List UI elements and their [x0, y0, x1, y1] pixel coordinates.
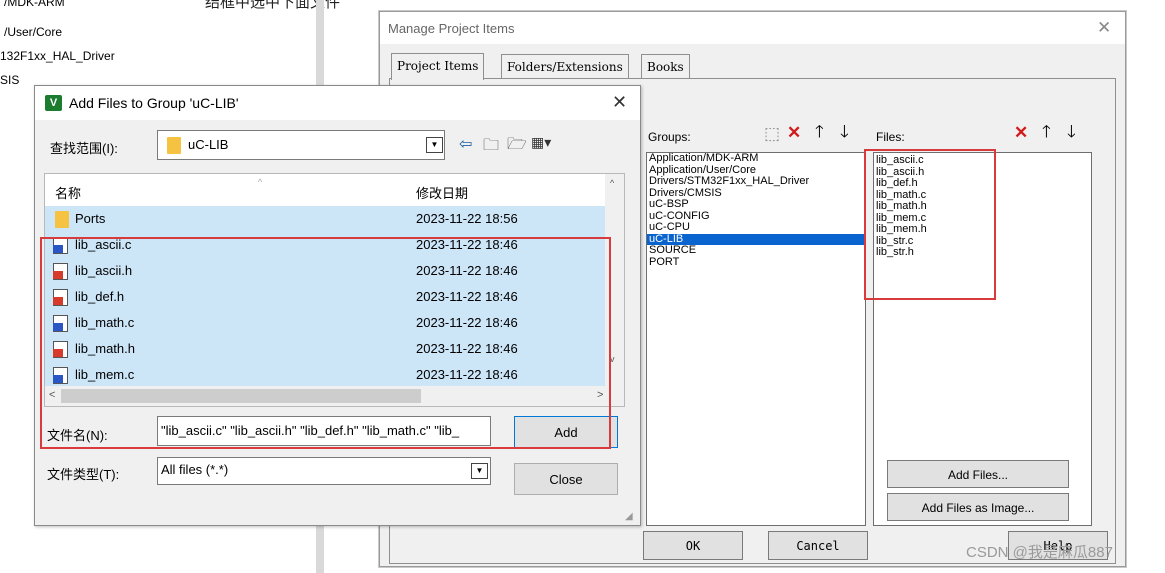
- tab-folders-extensions[interactable]: Folders/Extensions: [501, 54, 629, 79]
- chevron-down-icon[interactable]: ▼: [426, 137, 443, 153]
- back-icon[interactable]: ⇦: [459, 134, 472, 154]
- manage-titlebar: Manage Project Items ✕: [380, 12, 1125, 44]
- chevron-down-icon[interactable]: ▼: [471, 463, 488, 479]
- list-item[interactable]: PORT: [647, 256, 865, 269]
- cancel-button[interactable]: Cancel: [768, 531, 868, 560]
- delete-icon[interactable]: ✕: [787, 124, 801, 141]
- list-item[interactable]: uC-BSP: [647, 198, 865, 211]
- look-in-value: uC-LIB: [188, 137, 229, 152]
- up-folder-icon[interactable]: 🗀: [483, 134, 499, 161]
- list-item[interactable]: uC-CPU: [647, 221, 865, 234]
- folder-icon: [167, 137, 181, 154]
- groups-label: Groups:: [648, 130, 691, 144]
- keil-app-icon: V: [45, 95, 62, 111]
- files-label: Files:: [876, 130, 905, 144]
- list-item[interactable]: Application/MDK-ARM: [647, 152, 865, 165]
- bg-tree-line: SIS: [0, 73, 20, 87]
- screenshot-stage: { "background": { "top_caption": "结框中选中下…: [0, 0, 1165, 573]
- move-up-icon[interactable]: 🡑: [815, 123, 824, 140]
- add-files-title: Add Files to Group 'uC-LIB': [69, 95, 239, 111]
- column-date-header[interactable]: 修改日期: [416, 183, 468, 202]
- list-item[interactable]: SOURCE: [647, 244, 865, 257]
- add-files-button[interactable]: Add Files...: [887, 460, 1069, 488]
- sort-indicator-icon: ^: [258, 177, 263, 187]
- add-files-titlebar: V Add Files to Group 'uC-LIB' ✕: [35, 86, 640, 120]
- file-name: Ports: [75, 211, 106, 226]
- resize-grip-icon[interactable]: ◢: [625, 511, 633, 522]
- filetype-select[interactable]: All files (*.*) ▼: [157, 457, 491, 485]
- bg-tree-line: 132F1xx_HAL_Driver: [0, 49, 115, 63]
- bg-tree-line: /User/Core: [4, 25, 63, 39]
- move-down-icon[interactable]: 🡓: [840, 123, 849, 140]
- close-button[interactable]: Close: [514, 463, 618, 495]
- close-icon[interactable]: ✕: [612, 92, 627, 113]
- add-files-dialog: V Add Files to Group 'uC-LIB' ✕ 查找范围(I):…: [34, 85, 641, 526]
- selection-highlight-box: [40, 237, 611, 449]
- watermark: CSDN @我是麻瓜887: [966, 544, 1113, 561]
- view-menu-icon[interactable]: ▦▾: [531, 134, 551, 151]
- tab-project-items[interactable]: Project Items: [391, 53, 485, 80]
- add-files-as-image-button[interactable]: Add Files as Image...: [887, 493, 1069, 521]
- bg-tree-line: /MDK-ARM: [4, 0, 65, 9]
- groups-list[interactable]: Application/MDK-ARM Application/User/Cor…: [646, 152, 866, 526]
- table-row[interactable]: Ports 2023-11-22 18:56: [45, 206, 605, 232]
- move-down-icon[interactable]: 🡓: [1067, 123, 1076, 140]
- move-up-icon[interactable]: 🡑: [1042, 123, 1051, 140]
- close-icon[interactable]: ✕: [1097, 18, 1111, 38]
- folder-icon: [55, 211, 69, 228]
- tab-books[interactable]: Books: [641, 54, 690, 79]
- new-folder-icon[interactable]: 🗁: [507, 133, 527, 160]
- delete-icon[interactable]: ✕: [1014, 124, 1028, 141]
- look-in-combobox[interactable]: uC-LIB ▼: [157, 130, 445, 160]
- scroll-up-icon[interactable]: ^: [610, 178, 614, 188]
- manage-dialog-title: Manage Project Items: [388, 21, 515, 36]
- file-date: 2023-11-22 18:56: [416, 211, 518, 226]
- look-in-label: 查找范围(I):: [50, 141, 118, 156]
- column-name-header[interactable]: 名称: [55, 183, 81, 202]
- list-item[interactable]: Drivers/STM32F1xx_HAL_Driver: [647, 175, 865, 188]
- filetype-value: All files (*.*): [161, 462, 229, 477]
- new-group-icon[interactable]: ⬚: [764, 125, 780, 142]
- ok-button[interactable]: OK: [643, 531, 743, 560]
- files-highlight-box: [864, 149, 996, 300]
- filetype-label: 文件类型(T):: [47, 467, 120, 482]
